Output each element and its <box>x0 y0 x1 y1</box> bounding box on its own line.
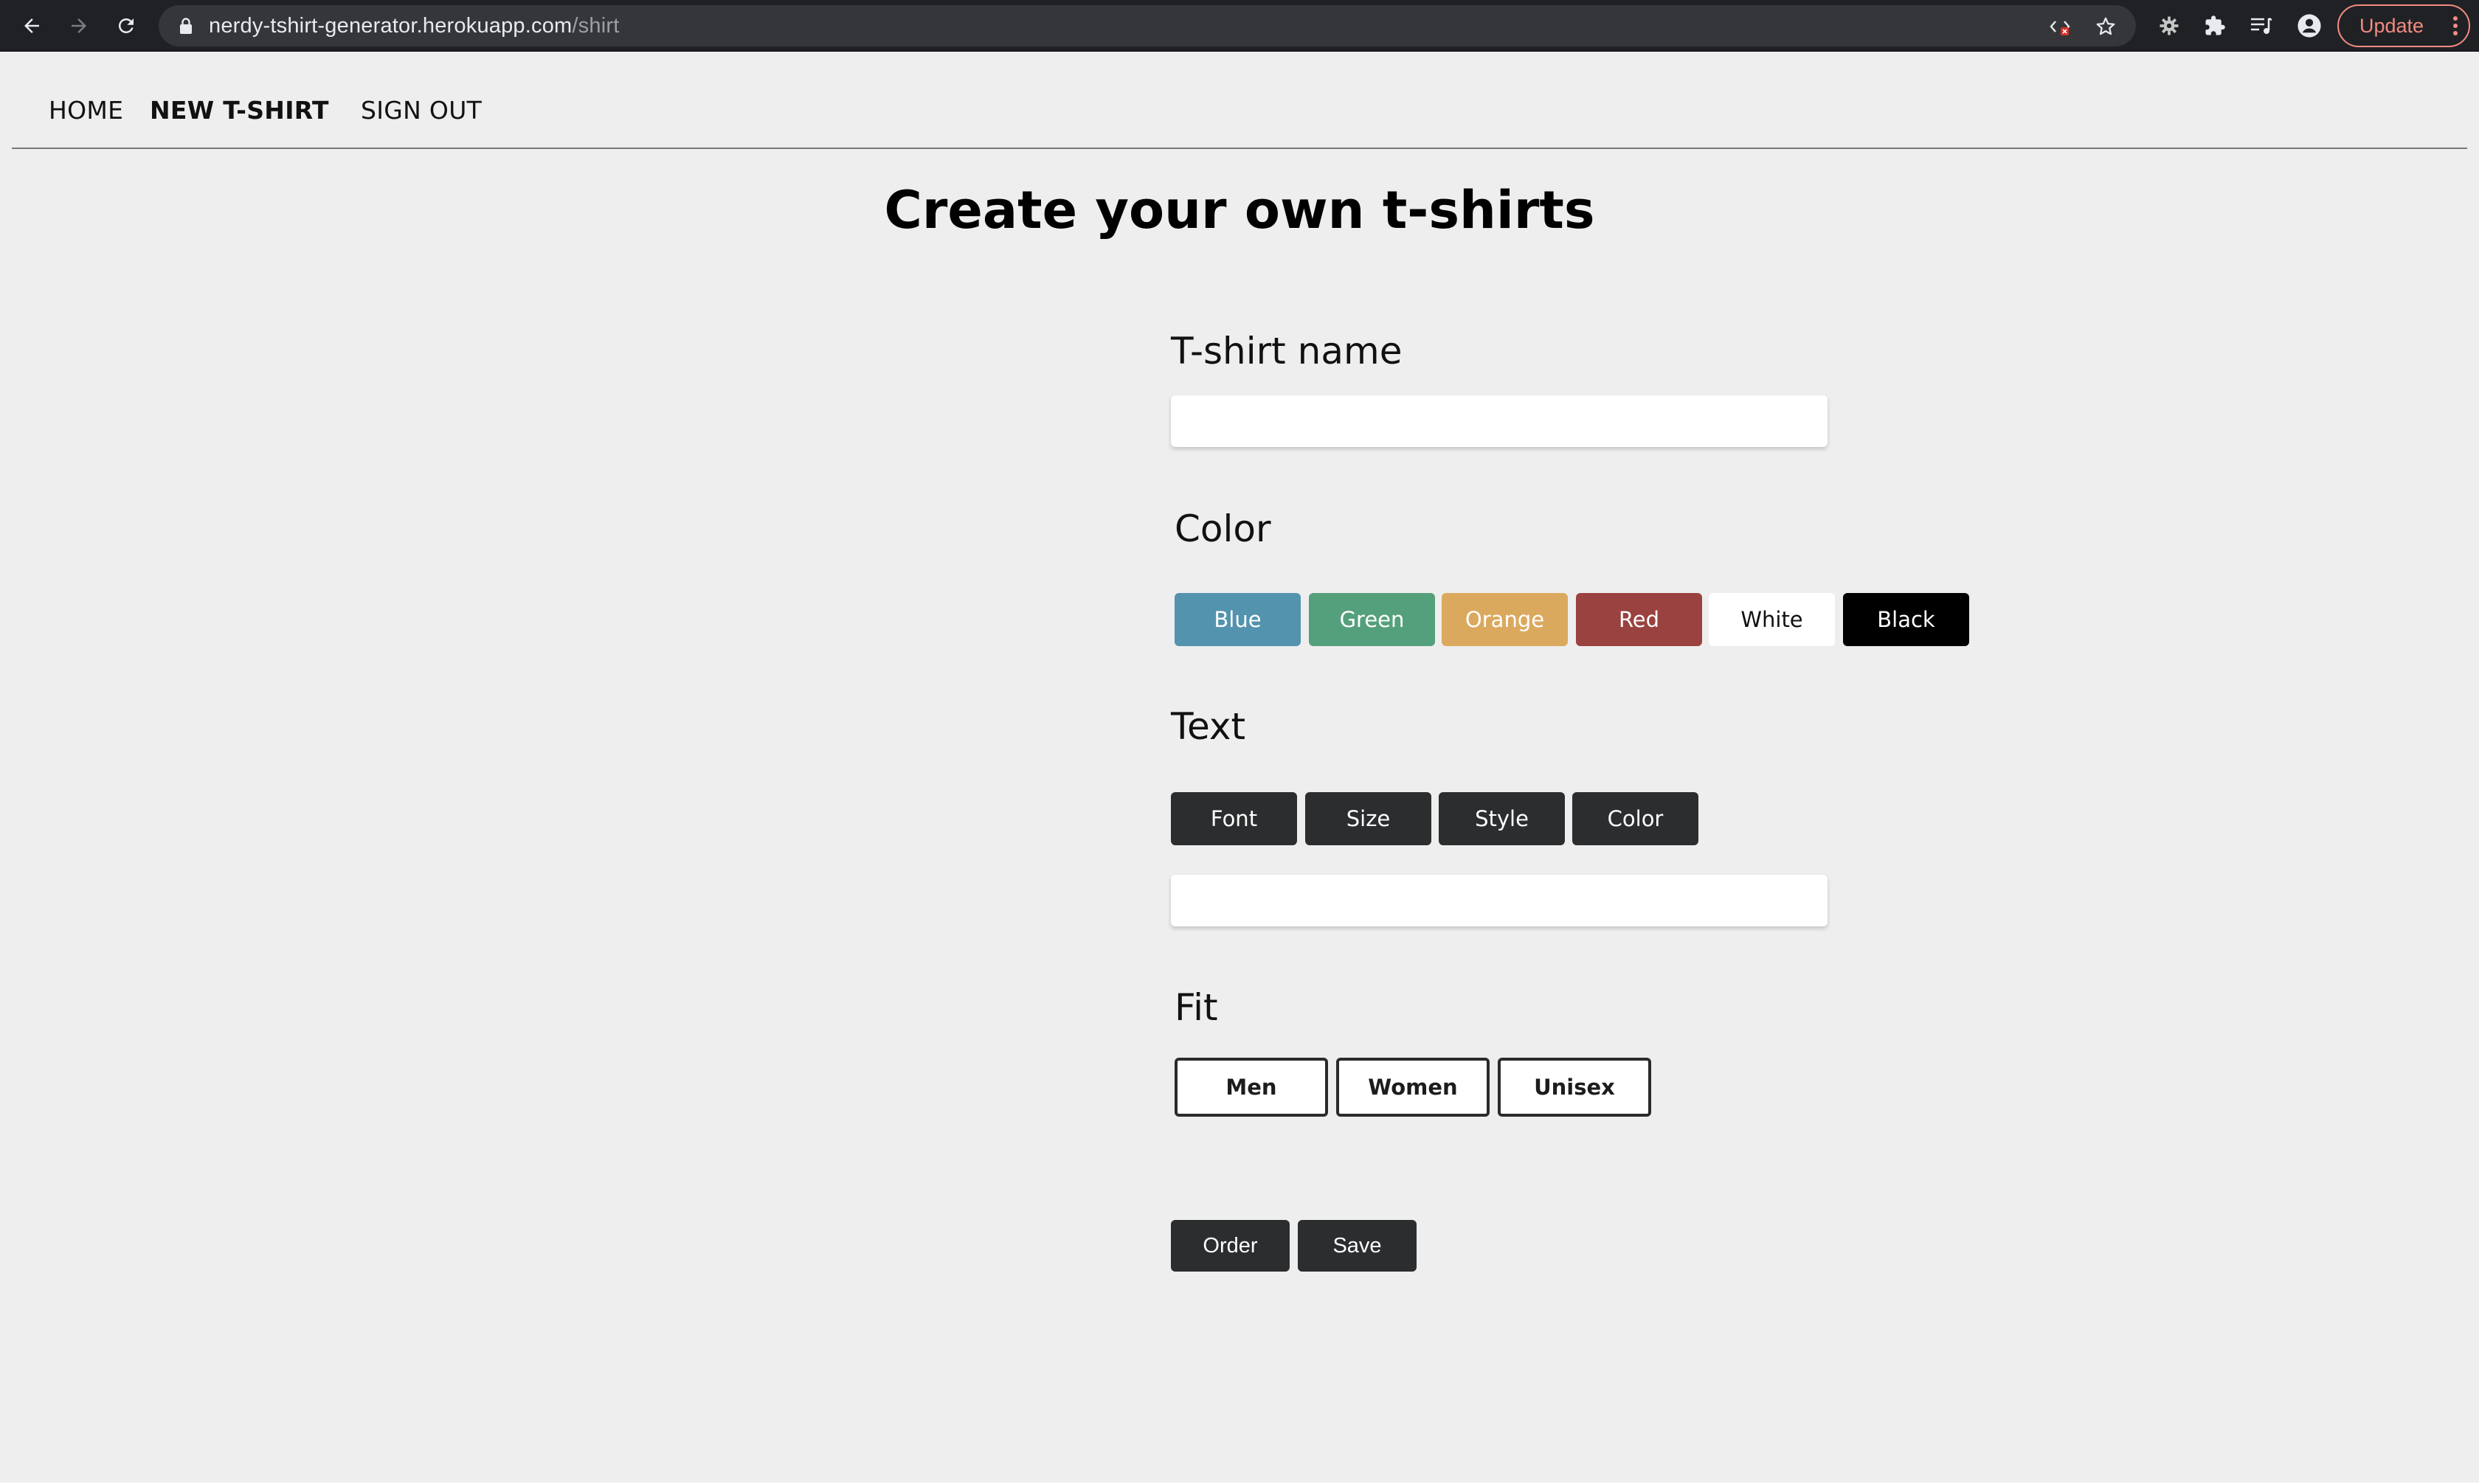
color-blue-button[interactable]: Blue <box>1175 593 1301 646</box>
text-size-button[interactable]: Size <box>1305 792 1431 845</box>
tshirt-name-label: T-shirt name <box>1171 330 1403 372</box>
settings-gear-icon[interactable] <box>2152 9 2186 43</box>
color-label: Color <box>1175 507 1271 550</box>
tshirt-name-input[interactable] <box>1171 395 1828 447</box>
update-label: Update <box>2359 14 2424 37</box>
code-blocked-icon[interactable] <box>2047 14 2072 39</box>
page-title: Create your own t-shirts <box>884 180 1595 240</box>
order-button[interactable]: Order <box>1171 1220 1290 1272</box>
reload-icon[interactable] <box>109 9 143 43</box>
text-label: Text <box>1171 705 1246 748</box>
back-icon[interactable] <box>15 9 49 43</box>
color-orange-button[interactable]: Orange <box>1442 593 1568 646</box>
nav-new-tshirt-link[interactable]: NEW T-SHIRT <box>150 96 329 125</box>
color-white-button[interactable]: White <box>1709 593 1835 646</box>
site-nav: HOME NEW T-SHIRT SIGN OUT <box>12 52 2467 149</box>
text-color-button[interactable]: Color <box>1572 792 1698 845</box>
tshirt-text-input[interactable] <box>1171 875 1828 926</box>
color-black-button[interactable]: Black <box>1843 593 1969 646</box>
lock-icon <box>179 17 193 38</box>
text-style-button[interactable]: Style <box>1439 792 1565 845</box>
text-font-button[interactable]: Font <box>1171 792 1297 845</box>
star-icon[interactable] <box>2093 14 2118 39</box>
fit-women-button[interactable]: Women <box>1336 1058 1490 1117</box>
update-button[interactable]: Update <box>2337 4 2470 47</box>
profile-avatar-icon[interactable] <box>2292 9 2326 43</box>
nav-sign-out-link[interactable]: SIGN OUT <box>361 96 482 125</box>
fit-men-button[interactable]: Men <box>1175 1058 1328 1117</box>
reading-list-icon[interactable] <box>2244 9 2278 43</box>
extensions-puzzle-icon[interactable] <box>2198 9 2232 43</box>
more-vertical-icon[interactable] <box>2452 15 2458 37</box>
address-bar[interactable]: nerdy-tshirt-generator.herokuapp.com/shi… <box>159 5 2136 46</box>
save-button[interactable]: Save <box>1298 1220 1417 1272</box>
fit-unisex-button[interactable]: Unisex <box>1498 1058 1651 1117</box>
nav-home-link[interactable]: HOME <box>49 96 123 125</box>
fit-label: Fit <box>1175 986 1218 1029</box>
browser-toolbar: nerdy-tshirt-generator.herokuapp.com/shi… <box>0 0 2479 52</box>
color-green-button[interactable]: Green <box>1309 593 1435 646</box>
url-text: nerdy-tshirt-generator.herokuapp.com/shi… <box>209 14 620 38</box>
color-red-button[interactable]: Red <box>1576 593 1702 646</box>
forward-icon[interactable] <box>62 9 96 43</box>
